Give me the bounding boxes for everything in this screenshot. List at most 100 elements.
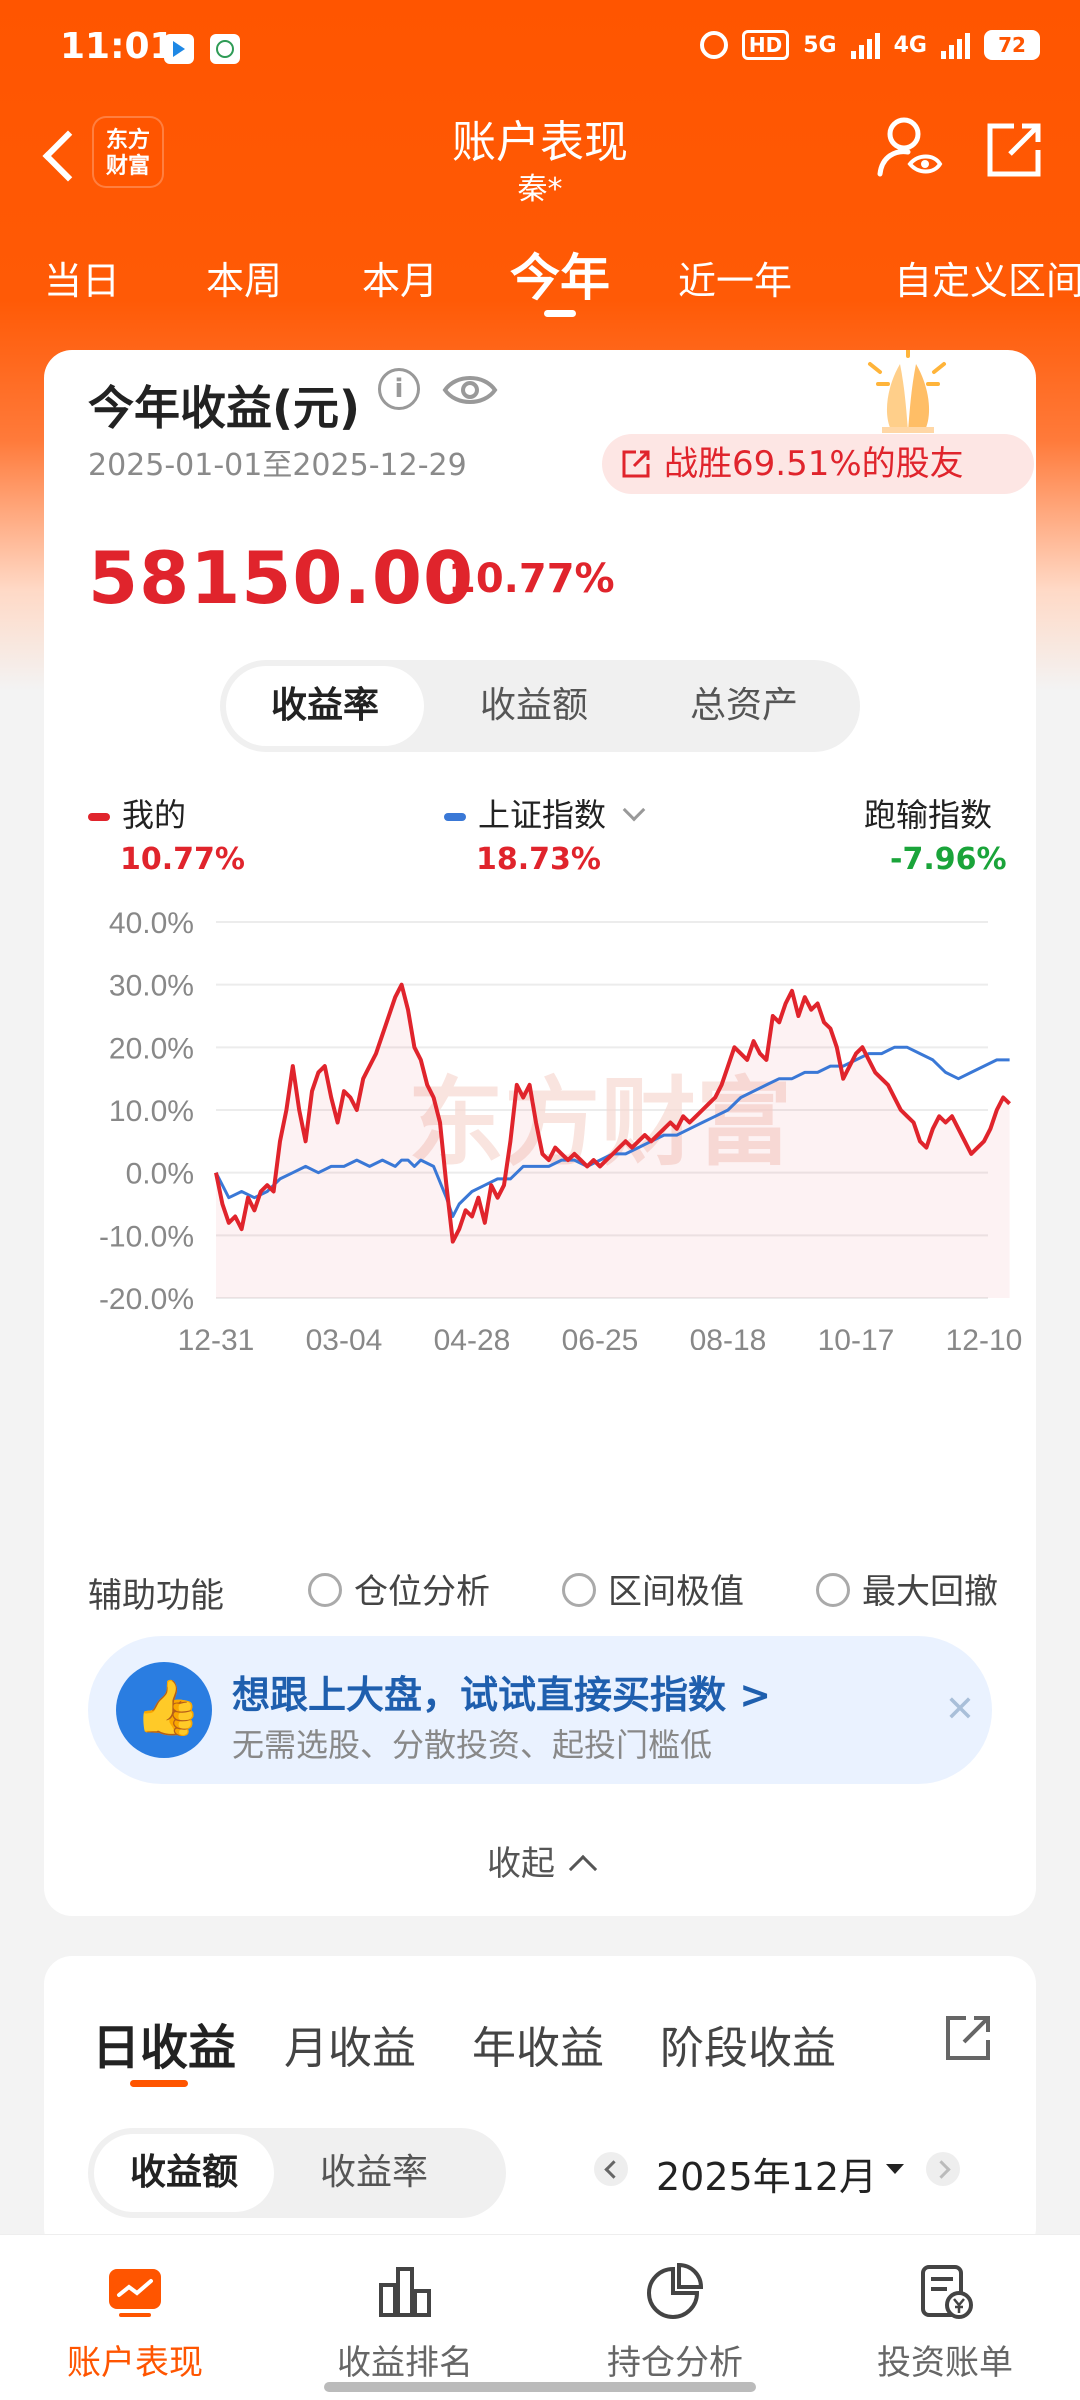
y-tick-label: 0.0% [126, 1158, 194, 1191]
share-icon[interactable] [984, 120, 1044, 180]
auxiliary-functions: 辅助功能 仓位分析 区间极值 最大回撤 [88, 1560, 1028, 1620]
month-selector[interactable]: 2025年12月 [656, 2146, 877, 2201]
alarm-icon [699, 31, 728, 59]
radio-icon [816, 1573, 850, 1607]
app-header: 东方 财富 账户表现 秦* [0, 100, 1080, 220]
chevron-left-icon[interactable] [594, 2152, 628, 2186]
tab-this-month[interactable]: 本月 [362, 250, 438, 305]
y-tick-label: -10.0% [99, 1220, 194, 1253]
aux-range-extremes[interactable]: 区间极值 [562, 1564, 744, 1613]
year-profit-rate: 10.77% [448, 556, 615, 602]
legend-diff-value: -7.96% [890, 842, 1007, 877]
tab-daily-income[interactable]: 日收益 [92, 2008, 236, 2078]
home-indicator [324, 2382, 756, 2392]
nav-investment-bill[interactable]: 投资账单 [810, 2235, 1080, 2400]
year-profit-amount: 58150.00 [88, 536, 475, 620]
tab-monthly-income[interactable]: 月收益 [284, 2012, 416, 2076]
app-notification-icon [164, 34, 194, 64]
period-tabs: 当日 本周 本月 今年 近一年 自定义区间 [0, 230, 1080, 320]
tab-today[interactable]: 当日 [44, 250, 120, 305]
index-promo-banner[interactable]: 想跟上大盘，试试直接买指数 > 无需选股、分散投资、起投门槛低 ✕ [88, 1636, 992, 1784]
x-tick-label: 03-04 [306, 1324, 383, 1350]
aux-position-analysis[interactable]: 仓位分析 [308, 1564, 490, 1613]
info-icon[interactable]: i [378, 368, 420, 410]
pie-icon [647, 2262, 704, 2319]
aux-label: 辅助功能 [88, 1576, 224, 1616]
chevron-right-icon[interactable] [926, 2152, 960, 2186]
bottom-navigation: 账户表现 收益排名 持仓分析 投资账单 [0, 2234, 1080, 2400]
nav-income-ranking[interactable]: 收益排名 [270, 2235, 540, 2400]
legend-index-value: 18.73% [476, 842, 601, 877]
promo-headline: 想跟上大盘，试试直接买指数 > [232, 1673, 772, 1717]
radio-icon [308, 1573, 342, 1607]
x-tick-label: 12-31 [178, 1324, 255, 1350]
x-tick-label: 10-17 [818, 1324, 895, 1350]
caret-down-icon[interactable] [886, 2164, 904, 2174]
x-tick-label: 04-28 [434, 1324, 511, 1350]
legend-index[interactable]: 上证指数 [444, 790, 646, 836]
user-eye-icon[interactable] [874, 114, 944, 184]
tab-this-year[interactable]: 今年 [510, 238, 610, 310]
metric-total-assets[interactable]: 总资产 [644, 660, 844, 752]
nav-label: 投资账单 [877, 2343, 1013, 2383]
signal-icon [850, 31, 880, 59]
metric-profit-amount[interactable]: 收益额 [434, 660, 634, 752]
clapping-hands-icon [868, 350, 946, 433]
return-line-chart[interactable]: 40.0% 30.0% 20.0% 10.0% 0.0% -10.0% -20.0% 12-3… [44, 890, 1036, 1350]
tab-last-year[interactable]: 近一年 [678, 250, 792, 305]
hd-icon: HD [741, 30, 790, 60]
thumbs-up-icon [116, 1662, 212, 1758]
chevron-up-icon [568, 1854, 598, 1884]
status-bar: 11:01 HD 5G 4G 72 [0, 0, 1080, 100]
aux-option-label: 区间极值 [608, 1572, 744, 1612]
collapse-button[interactable]: 收起 [44, 1836, 1036, 1885]
nav-label: 账户表现 [67, 2343, 203, 2383]
export-icon[interactable] [942, 2012, 994, 2064]
yearly-performance-card: 今年收益(元) i 2025-01-01至2025-12-29 战胜69.51%… [44, 350, 1036, 1916]
y-tick-label: 40.0% [109, 907, 194, 940]
nav-label: 收益排名 [337, 2343, 473, 2383]
legend-mine-label: 我的 [122, 796, 187, 834]
legend-index-label: 上证指数 [478, 796, 607, 834]
toggle-profit-rate[interactable]: 收益率 [284, 2128, 464, 2218]
active-tab-underline [544, 310, 576, 317]
chevron-down-icon [622, 798, 646, 822]
beat-percentile-badge[interactable]: 战胜69.51%的股友 [602, 434, 1034, 494]
network-5g-label: 5G [803, 32, 837, 58]
close-icon[interactable]: ✕ [940, 1690, 980, 1730]
legend-mine: 我的 [88, 790, 186, 836]
toggle-profit-amount[interactable]: 收益额 [94, 2134, 274, 2212]
status-time: 11:01 [60, 26, 175, 67]
share-small-icon [622, 450, 650, 478]
tab-yearly-income[interactable]: 年收益 [472, 2012, 604, 2076]
nav-holdings-analysis[interactable]: 持仓分析 [540, 2235, 810, 2400]
tab-period-income[interactable]: 阶段收益 [660, 2012, 836, 2076]
tab-custom-range[interactable]: 自定义区间 [894, 250, 1080, 305]
battery-icon: 72 [984, 30, 1040, 60]
legend-index-swatch [444, 813, 466, 821]
tab-this-week[interactable]: 本周 [206, 250, 282, 305]
eye-icon[interactable] [442, 370, 498, 410]
aux-option-label: 最大回撤 [862, 1572, 998, 1612]
x-tick-label: 08-18 [690, 1324, 767, 1350]
bill-icon [921, 2265, 973, 2319]
metric-return-rate[interactable]: 收益率 [226, 666, 424, 746]
aux-option-label: 仓位分析 [354, 1572, 490, 1612]
income-detail-card: 日收益 月收益 年收益 阶段收益 收益额 收益率 2025年12月 [44, 1956, 1036, 2256]
nav-account-performance[interactable]: 账户表现 [0, 2235, 270, 2400]
app-notification-icon [210, 34, 240, 64]
aux-max-drawdown[interactable]: 最大回撤 [816, 1564, 998, 1613]
y-tick-label: 10.0% [109, 1095, 194, 1128]
active-tab-underline [130, 2080, 188, 2087]
y-tick-label: 30.0% [109, 970, 194, 1003]
x-tick-label: 06-25 [562, 1324, 639, 1350]
legend-diff-label: 跑输指数 [864, 796, 993, 834]
network-4g-label: 4G [893, 32, 927, 58]
chart-icon [109, 2269, 161, 2317]
promo-subtext: 无需选股、分散投资、起投门槛低 [232, 1726, 713, 1764]
metric-toggle: 收益率 收益额 总资产 [220, 660, 860, 752]
legend-mine-swatch [88, 813, 110, 821]
y-tick-label: 20.0% [109, 1032, 194, 1065]
radio-icon [562, 1573, 596, 1607]
collapse-label: 收起 [487, 1844, 555, 1884]
